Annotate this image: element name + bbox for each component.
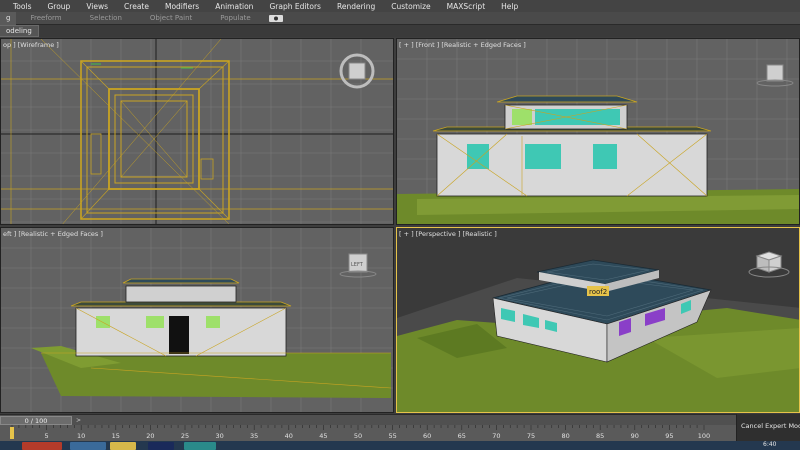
track-bar-ruler: 5 10 15 20 25 30 35 40 45 50 55 60 65 70 75 80 85 90 95 100 — [10, 425, 710, 440]
menu-item-graph-editors[interactable]: Graph Editors — [261, 2, 329, 11]
menu-item-rendering[interactable]: Rendering — [329, 2, 383, 11]
taskbar-folder-icon[interactable] — [110, 442, 136, 450]
time-next-arrow-icon[interactable]: > — [76, 417, 81, 424]
taskbar-clock: 6:40 — [763, 441, 777, 448]
windows-taskbar: 6:40 — [0, 441, 800, 450]
viewport-front-label[interactable]: [ + ] [Front ] [Realistic + Edged Faces … — [399, 41, 526, 49]
track-tick-label: 10 — [77, 432, 85, 440]
ribbon-tab-populate[interactable]: Populate — [206, 14, 264, 22]
track-tick-label: 40 — [285, 432, 293, 440]
front-house — [432, 95, 712, 197]
time-slider-handle[interactable]: 0 / 100 — [0, 416, 72, 425]
roof2-label: roof2 — [589, 288, 607, 296]
viewport-left[interactable]: eft ] [Realistic + Edged Faces ] LEFT — [0, 227, 394, 413]
taskbar-app-icon[interactable] — [22, 442, 62, 450]
ribbon-tabs: g Freeform Selection Object Paint Populate — [0, 11, 800, 25]
menu-item-modifiers[interactable]: Modifiers — [157, 2, 207, 11]
track-tick-label: 80 — [561, 432, 569, 440]
menu-bar: Tools Group Views Create Modifiers Animation G… — [0, 0, 800, 12]
viewport-perspective-label[interactable]: [ + ] [Perspective ] [Realistic ] — [399, 230, 497, 238]
persp-viewcube[interactable] — [748, 251, 790, 278]
track-tick-label: 30 — [215, 432, 223, 440]
track-tick-label: 15 — [112, 432, 120, 440]
ribbon-tab-g[interactable]: g — [0, 11, 17, 25]
track-tick-label: 25 — [181, 432, 189, 440]
track-tick-label: 5 — [45, 432, 49, 440]
modeling-panel-tab[interactable]: odeling — [0, 25, 39, 37]
viewport-perspective-canvas: roof2 — [397, 251, 799, 412]
left-viewcube[interactable]: LEFT — [339, 253, 377, 278]
ribbon-tab-selection[interactable]: Selection — [76, 14, 136, 22]
track-tick-label: 75 — [527, 432, 535, 440]
track-tick-label: 35 — [250, 432, 258, 440]
track-tick-label: 20 — [146, 432, 154, 440]
current-frame-marker — [10, 427, 14, 439]
viewport-top[interactable]: op ] [Wireframe ] — [0, 38, 394, 225]
menu-item-views[interactable]: Views — [78, 2, 116, 11]
viewport-left-canvas: LEFT — [1, 228, 393, 412]
menu-item-maxscript[interactable]: MAXScript — [439, 2, 494, 11]
viewport-top-canvas — [1, 39, 393, 224]
menu-item-group[interactable]: Group — [39, 2, 78, 11]
viewport-left-label[interactable]: eft ] [Realistic + Edged Faces ] — [3, 230, 103, 238]
menu-item-animation[interactable]: Animation — [207, 2, 261, 11]
track-tick-label: 85 — [596, 432, 604, 440]
svg-text:LEFT: LEFT — [351, 262, 364, 268]
viewport-front-canvas — [397, 39, 799, 224]
viewport-perspective[interactable]: [ + ] [Perspective ] [Realistic ] roof2 — [396, 227, 800, 413]
taskbar-app-icon[interactable] — [148, 442, 174, 450]
ribbon-display-options-icon[interactable] — [268, 14, 283, 22]
menu-item-create[interactable]: Create — [116, 2, 157, 11]
menu-item-tools[interactable]: Tools — [0, 2, 39, 11]
viewport-top-label[interactable]: op ] [Wireframe ] — [3, 41, 59, 49]
front-viewcube[interactable] — [756, 64, 794, 87]
ribbon-tab-object-paint[interactable]: Object Paint — [136, 14, 206, 22]
track-tick-label: 70 — [492, 432, 500, 440]
menu-item-customize[interactable]: Customize — [383, 2, 438, 11]
track-tick-label: 45 — [319, 432, 327, 440]
track-tick-label: 95 — [665, 432, 673, 440]
track-tick-label: 100 — [698, 432, 710, 440]
track-tick-label: 55 — [388, 432, 396, 440]
taskbar-app-icon[interactable] — [184, 442, 216, 450]
time-slider-bar[interactable]: 0 / 100 > — [0, 414, 736, 425]
top-house-wireframe — [1, 39, 393, 224]
track-bar[interactable]: 5 10 15 20 25 30 35 40 45 50 55 60 65 70 75 80 85 90 95 100 — [0, 425, 736, 441]
top-viewcube[interactable] — [339, 53, 375, 89]
cancel-expert-mode-button[interactable]: Cancel Expert Mode — [741, 422, 800, 430]
ribbon-tab-freeform[interactable]: Freeform — [16, 14, 75, 22]
expert-mode-panel: Cancel Expert Mode — [736, 414, 800, 442]
track-tick-label: 60 — [423, 432, 431, 440]
viewport-front[interactable]: [ + ] [Front ] [Realistic + Edged Faces … — [396, 38, 800, 225]
track-tick-label: 65 — [458, 432, 466, 440]
menu-item-help[interactable]: Help — [493, 2, 526, 11]
track-tick-label: 50 — [354, 432, 362, 440]
taskbar-app-icon[interactable] — [70, 442, 106, 450]
track-tick-label: 90 — [631, 432, 639, 440]
ribbon-panel-bar: odeling — [0, 25, 800, 37]
